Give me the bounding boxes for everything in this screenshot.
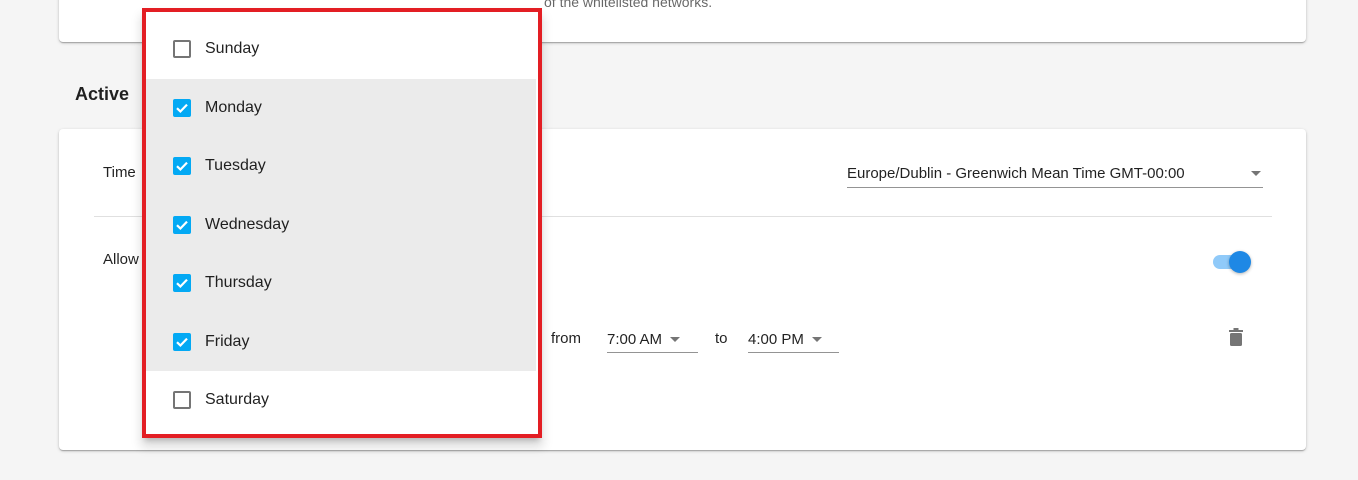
allow-label-start: Allow	[103, 251, 139, 268]
day-option-saturday[interactable]: Saturday	[146, 371, 536, 430]
toggle-thumb	[1229, 251, 1251, 273]
timezone-select[interactable]: Europe/Dublin - Greenwich Mean Time GMT-…	[847, 160, 1263, 188]
from-time-value: 7:00 AM	[607, 331, 663, 348]
chevron-down-icon	[1251, 171, 1261, 176]
day-option-label: Monday	[205, 98, 262, 116]
day-option-label: Tuesday	[205, 157, 266, 175]
checkbox-unchecked-icon[interactable]	[173, 40, 191, 59]
day-option-monday[interactable]: Monday	[146, 78, 536, 137]
to-time-select[interactable]: 4:00 PM	[748, 327, 839, 353]
checkbox-checked-icon[interactable]	[173, 332, 191, 351]
section-title: Active	[75, 84, 130, 104]
timezone-label: Time	[103, 164, 136, 181]
to-time-value: 4:00 PM	[748, 331, 804, 348]
top-card-description: of the whitelisted networks.	[544, 0, 713, 10]
checkbox-checked-icon[interactable]	[173, 274, 191, 293]
day-select-menu: Sunday Monday Tuesday Wednesday Thursday Frid…	[142, 8, 542, 438]
day-option-label: Friday	[205, 332, 250, 350]
checkbox-unchecked-icon[interactable]	[173, 391, 191, 410]
day-option-label: Saturday	[205, 391, 270, 409]
from-time-select[interactable]: 7:00 AM	[607, 327, 698, 353]
chevron-down-icon	[670, 337, 681, 342]
day-option-label: Wednesday	[205, 215, 290, 233]
allow-intervals-toggle[interactable]	[1213, 251, 1251, 273]
day-option-label: Thursday	[205, 274, 272, 292]
checkbox-checked-icon[interactable]	[173, 215, 191, 234]
checkbox-checked-icon[interactable]	[173, 157, 191, 176]
chevron-down-icon	[811, 337, 822, 342]
checkbox-checked-icon[interactable]	[173, 98, 191, 117]
day-option-label: Sunday	[205, 40, 260, 58]
to-label: to	[715, 330, 728, 347]
day-option-sunday[interactable]: Sunday	[146, 20, 536, 79]
delete-interval-button[interactable]	[1225, 327, 1247, 351]
day-option-friday[interactable]: Friday	[146, 312, 536, 371]
day-option-thursday[interactable]: Thursday	[146, 254, 536, 313]
from-label: from	[551, 330, 581, 347]
day-option-wednesday[interactable]: Wednesday	[146, 195, 536, 254]
timezone-value: Europe/Dublin - Greenwich Mean Time GMT-…	[847, 165, 1185, 182]
trash-icon	[1229, 327, 1243, 351]
day-option-tuesday[interactable]: Tuesday	[146, 137, 536, 196]
